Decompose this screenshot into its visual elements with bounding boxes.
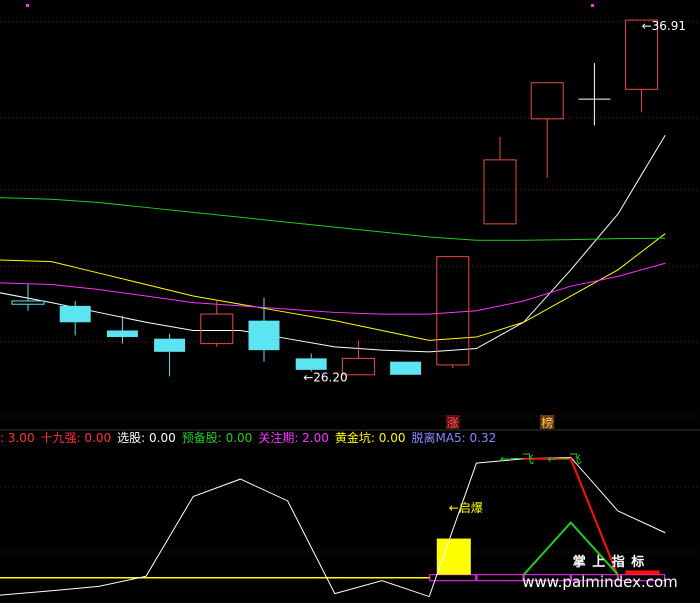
legend-item: 预备股: 0.00	[182, 431, 253, 445]
legend-item: 选股: 0.00	[117, 431, 176, 445]
candle-body	[59, 305, 91, 323]
watermark-cn: 掌 上 指 标	[572, 555, 646, 570]
indicator-annotation: ←一飞	[547, 452, 581, 466]
top-marker	[26, 4, 29, 7]
price-annotation: ←26.20	[303, 371, 347, 385]
yellow-block	[436, 538, 471, 575]
candle-body	[154, 338, 186, 352]
candle-body	[106, 330, 138, 338]
candle-body	[483, 159, 517, 225]
stock-chart: ←36.91 ←26.20 涨 榜 : 3.00 十九强: 0.00 选股: 0.00 预备股…	[0, 4, 700, 598]
legend-item: 十九强: 0.00	[41, 431, 112, 445]
ma-line	[0, 233, 666, 341]
ma-line	[0, 197, 666, 241]
indicator-legend: : 3.00 十九强: 0.00 选股: 0.00 预备股: 0.00 关注期: 2.0…	[0, 430, 496, 445]
legend-item: 关注期: 2.00	[258, 430, 329, 445]
indicator-annotation: ←启爆	[449, 501, 483, 515]
candle-body	[436, 256, 470, 366]
candle-body	[11, 300, 45, 305]
price-annotation: ←36.91	[642, 19, 686, 33]
candle-body	[248, 320, 280, 351]
candle-body	[200, 313, 234, 345]
candle-body	[390, 361, 422, 375]
candle-body	[295, 358, 327, 370]
watermark-url: www.palmindex.com	[522, 573, 678, 591]
marker-label: 榜	[541, 415, 553, 430]
top-marker	[591, 4, 594, 7]
legend-item: 黄金坑: 0.00	[335, 430, 406, 445]
ma-line	[0, 262, 666, 315]
ma-line	[0, 134, 666, 353]
indicator-annotation: ←一飞	[500, 452, 534, 466]
watermark: 掌 上 指 标 www.palmindex.com	[500, 554, 700, 603]
candle-body	[530, 82, 564, 120]
marker-label: 涨	[447, 415, 459, 430]
legend-item: : 3.00	[0, 431, 35, 445]
legend-item: 脱离MA5: 0.32	[411, 430, 496, 445]
